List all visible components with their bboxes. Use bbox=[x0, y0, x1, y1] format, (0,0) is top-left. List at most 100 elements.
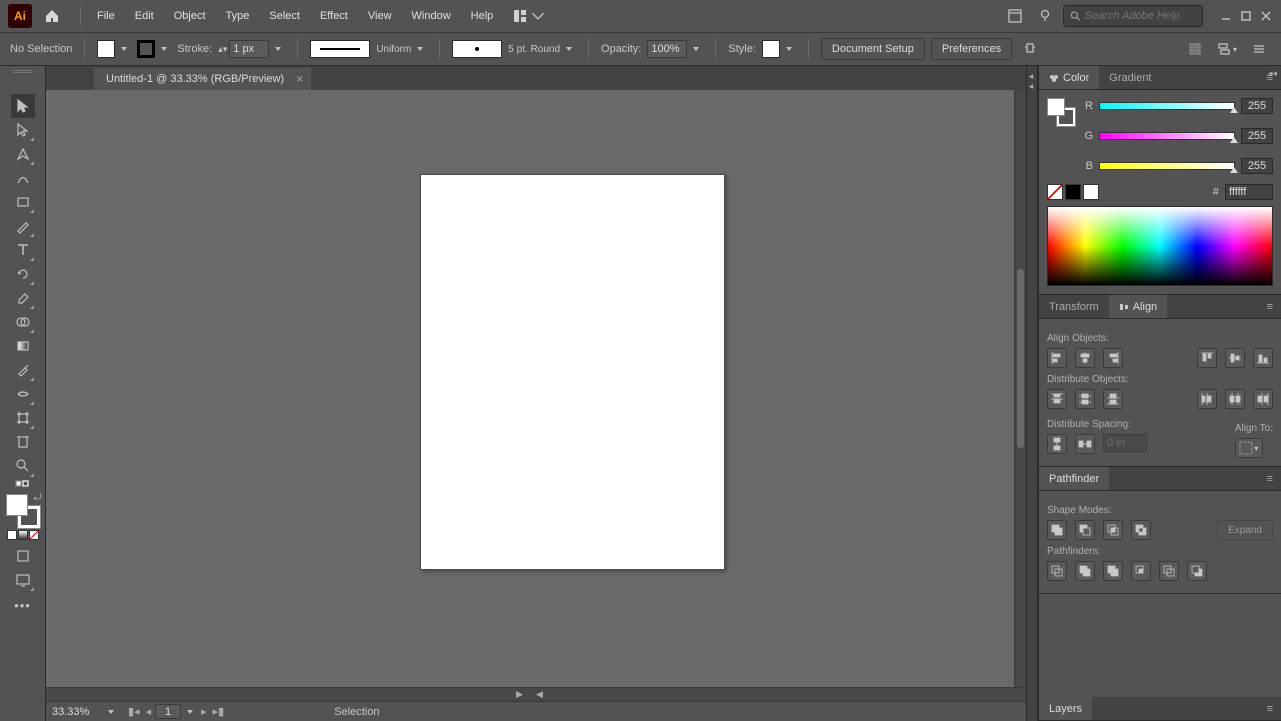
last-artboard-icon[interactable]: ▸▮ bbox=[211, 705, 227, 718]
exclude-icon[interactable] bbox=[1131, 520, 1151, 540]
align-right-icon[interactable] bbox=[1103, 348, 1123, 368]
eraser-tool[interactable] bbox=[11, 286, 35, 310]
g-slider[interactable] bbox=[1099, 132, 1235, 140]
edit-toolbar-icon[interactable]: ••• bbox=[14, 598, 31, 613]
help-search-input[interactable] bbox=[1085, 10, 1196, 22]
pathfinder-panel-menu-icon[interactable]: ≡ bbox=[1259, 473, 1281, 485]
align-top-icon[interactable] bbox=[1197, 348, 1217, 368]
home-icon[interactable] bbox=[40, 4, 64, 28]
width-tool[interactable] bbox=[11, 382, 35, 406]
canvas-area[interactable]: Untitled-1 @ 33.33% (RGB/Preview) × ▸▸ ▶… bbox=[46, 66, 1026, 721]
r-input[interactable] bbox=[1241, 98, 1273, 114]
menu-view[interactable]: View bbox=[358, 2, 402, 30]
transform-panel-icon[interactable]: ▾ bbox=[1215, 37, 1239, 61]
dist-vcenter-icon[interactable] bbox=[1075, 389, 1095, 409]
align-to-dd[interactable]: ▾ bbox=[1235, 438, 1263, 458]
brush-definition[interactable] bbox=[452, 40, 502, 58]
dist-space-h-icon[interactable] bbox=[1075, 434, 1095, 454]
pen-tool[interactable] bbox=[11, 142, 35, 166]
hex-input[interactable] bbox=[1225, 184, 1273, 200]
zoom-tool[interactable] bbox=[11, 454, 35, 478]
menu-type[interactable]: Type bbox=[216, 2, 260, 30]
dist-hcenter-icon[interactable] bbox=[1225, 389, 1245, 409]
close-tab-icon[interactable]: × bbox=[296, 72, 303, 86]
minus-back-icon[interactable] bbox=[1187, 561, 1207, 581]
align-left-icon[interactable] bbox=[1047, 348, 1067, 368]
align-bottom-icon[interactable] bbox=[1253, 348, 1273, 368]
menu-object[interactable]: Object bbox=[164, 2, 216, 30]
artboard[interactable] bbox=[420, 174, 725, 570]
menu-help[interactable]: Help bbox=[461, 2, 504, 30]
presentation-icon[interactable] bbox=[1018, 37, 1042, 61]
fill-stroke-toggle-icon[interactable] bbox=[11, 478, 35, 490]
draw-mode-icon[interactable] bbox=[11, 544, 35, 568]
horizontal-scrollbar[interactable]: ▶◀ bbox=[46, 687, 1026, 701]
shape-builder-tool[interactable] bbox=[11, 310, 35, 334]
tab-gradient[interactable]: Gradient bbox=[1099, 66, 1161, 89]
menu-edit[interactable]: Edit bbox=[125, 2, 164, 30]
b-input[interactable] bbox=[1241, 158, 1273, 174]
fill-swatch[interactable] bbox=[97, 40, 115, 58]
align-panel-icon[interactable] bbox=[1183, 37, 1207, 61]
dist-top-icon[interactable] bbox=[1047, 389, 1067, 409]
merge-icon[interactable] bbox=[1103, 561, 1123, 581]
spacing-input[interactable] bbox=[1103, 434, 1147, 452]
eyedropper-tool[interactable] bbox=[11, 358, 35, 382]
dist-bottom-icon[interactable] bbox=[1103, 389, 1123, 409]
curvature-tool[interactable] bbox=[11, 166, 35, 190]
gradient-tool[interactable] bbox=[11, 334, 35, 358]
menu-file[interactable]: File bbox=[87, 2, 125, 30]
menu-window[interactable]: Window bbox=[402, 2, 461, 30]
menu-select[interactable]: Select bbox=[259, 2, 310, 30]
align-panel-menu-icon[interactable]: ≡ bbox=[1259, 301, 1281, 313]
fill-stroke-selector[interactable]: ⤾ bbox=[6, 494, 40, 528]
hint-icon[interactable] bbox=[1033, 4, 1057, 28]
rotate-tool[interactable] bbox=[11, 262, 35, 286]
opacity-input[interactable] bbox=[647, 40, 687, 58]
direct-selection-tool[interactable] bbox=[11, 118, 35, 142]
stroke-dd[interactable] bbox=[161, 47, 167, 51]
help-search[interactable] bbox=[1063, 5, 1203, 27]
expand-button[interactable]: Expand bbox=[1217, 520, 1273, 540]
fill-dd[interactable] bbox=[121, 47, 127, 51]
first-artboard-icon[interactable]: ▮◂ bbox=[126, 705, 142, 718]
maximize-button[interactable] bbox=[1239, 9, 1253, 23]
artboard-num-input[interactable] bbox=[155, 704, 181, 719]
tab-pathfinder[interactable]: Pathfinder bbox=[1039, 467, 1109, 490]
stroke-swatch[interactable] bbox=[137, 40, 155, 58]
align-vcenter-icon[interactable] bbox=[1225, 348, 1245, 368]
align-hcenter-icon[interactable] bbox=[1075, 348, 1095, 368]
type-tool[interactable] bbox=[11, 238, 35, 262]
screen-mode-icon[interactable] bbox=[11, 568, 35, 592]
close-button[interactable] bbox=[1259, 9, 1273, 23]
panel-fill-stroke[interactable] bbox=[1047, 98, 1075, 126]
tab-color[interactable]: Color bbox=[1039, 66, 1099, 89]
outline-icon[interactable] bbox=[1159, 561, 1179, 581]
tab-layers[interactable]: Layers bbox=[1039, 697, 1092, 720]
preferences-button[interactable]: Preferences bbox=[931, 38, 1012, 60]
selection-tool[interactable] bbox=[11, 94, 35, 118]
stroke-weight-input[interactable] bbox=[229, 40, 269, 58]
vertical-scrollbar[interactable] bbox=[1014, 90, 1026, 687]
crop-icon[interactable] bbox=[1131, 561, 1151, 581]
swap-fill-stroke-icon[interactable]: ⤾ bbox=[34, 492, 42, 503]
none-swatch[interactable] bbox=[1047, 184, 1099, 200]
stroke-profile[interactable] bbox=[310, 40, 370, 58]
document-setup-button[interactable]: Document Setup bbox=[821, 38, 925, 60]
intersect-icon[interactable] bbox=[1103, 520, 1123, 540]
unite-icon[interactable] bbox=[1047, 520, 1067, 540]
panel-menu-icon[interactable] bbox=[1247, 37, 1271, 61]
menu-effect[interactable]: Effect bbox=[310, 2, 358, 30]
arrange-docs-icon[interactable] bbox=[1003, 4, 1027, 28]
g-input[interactable] bbox=[1241, 128, 1273, 144]
tab-transform[interactable]: Transform bbox=[1039, 295, 1109, 318]
workspace-switcher[interactable] bbox=[513, 9, 545, 23]
dist-left-icon[interactable] bbox=[1197, 389, 1217, 409]
trim-icon[interactable] bbox=[1075, 561, 1095, 581]
next-artboard-icon[interactable]: ▸ bbox=[199, 705, 209, 718]
minimize-button[interactable] bbox=[1219, 9, 1233, 23]
panel-expand-icon[interactable]: ◂◂ bbox=[1268, 68, 1277, 79]
minus-front-icon[interactable] bbox=[1075, 520, 1095, 540]
panel-dock-collapse[interactable]: ◂◂ bbox=[1026, 66, 1038, 721]
rectangle-tool[interactable] bbox=[11, 190, 35, 214]
